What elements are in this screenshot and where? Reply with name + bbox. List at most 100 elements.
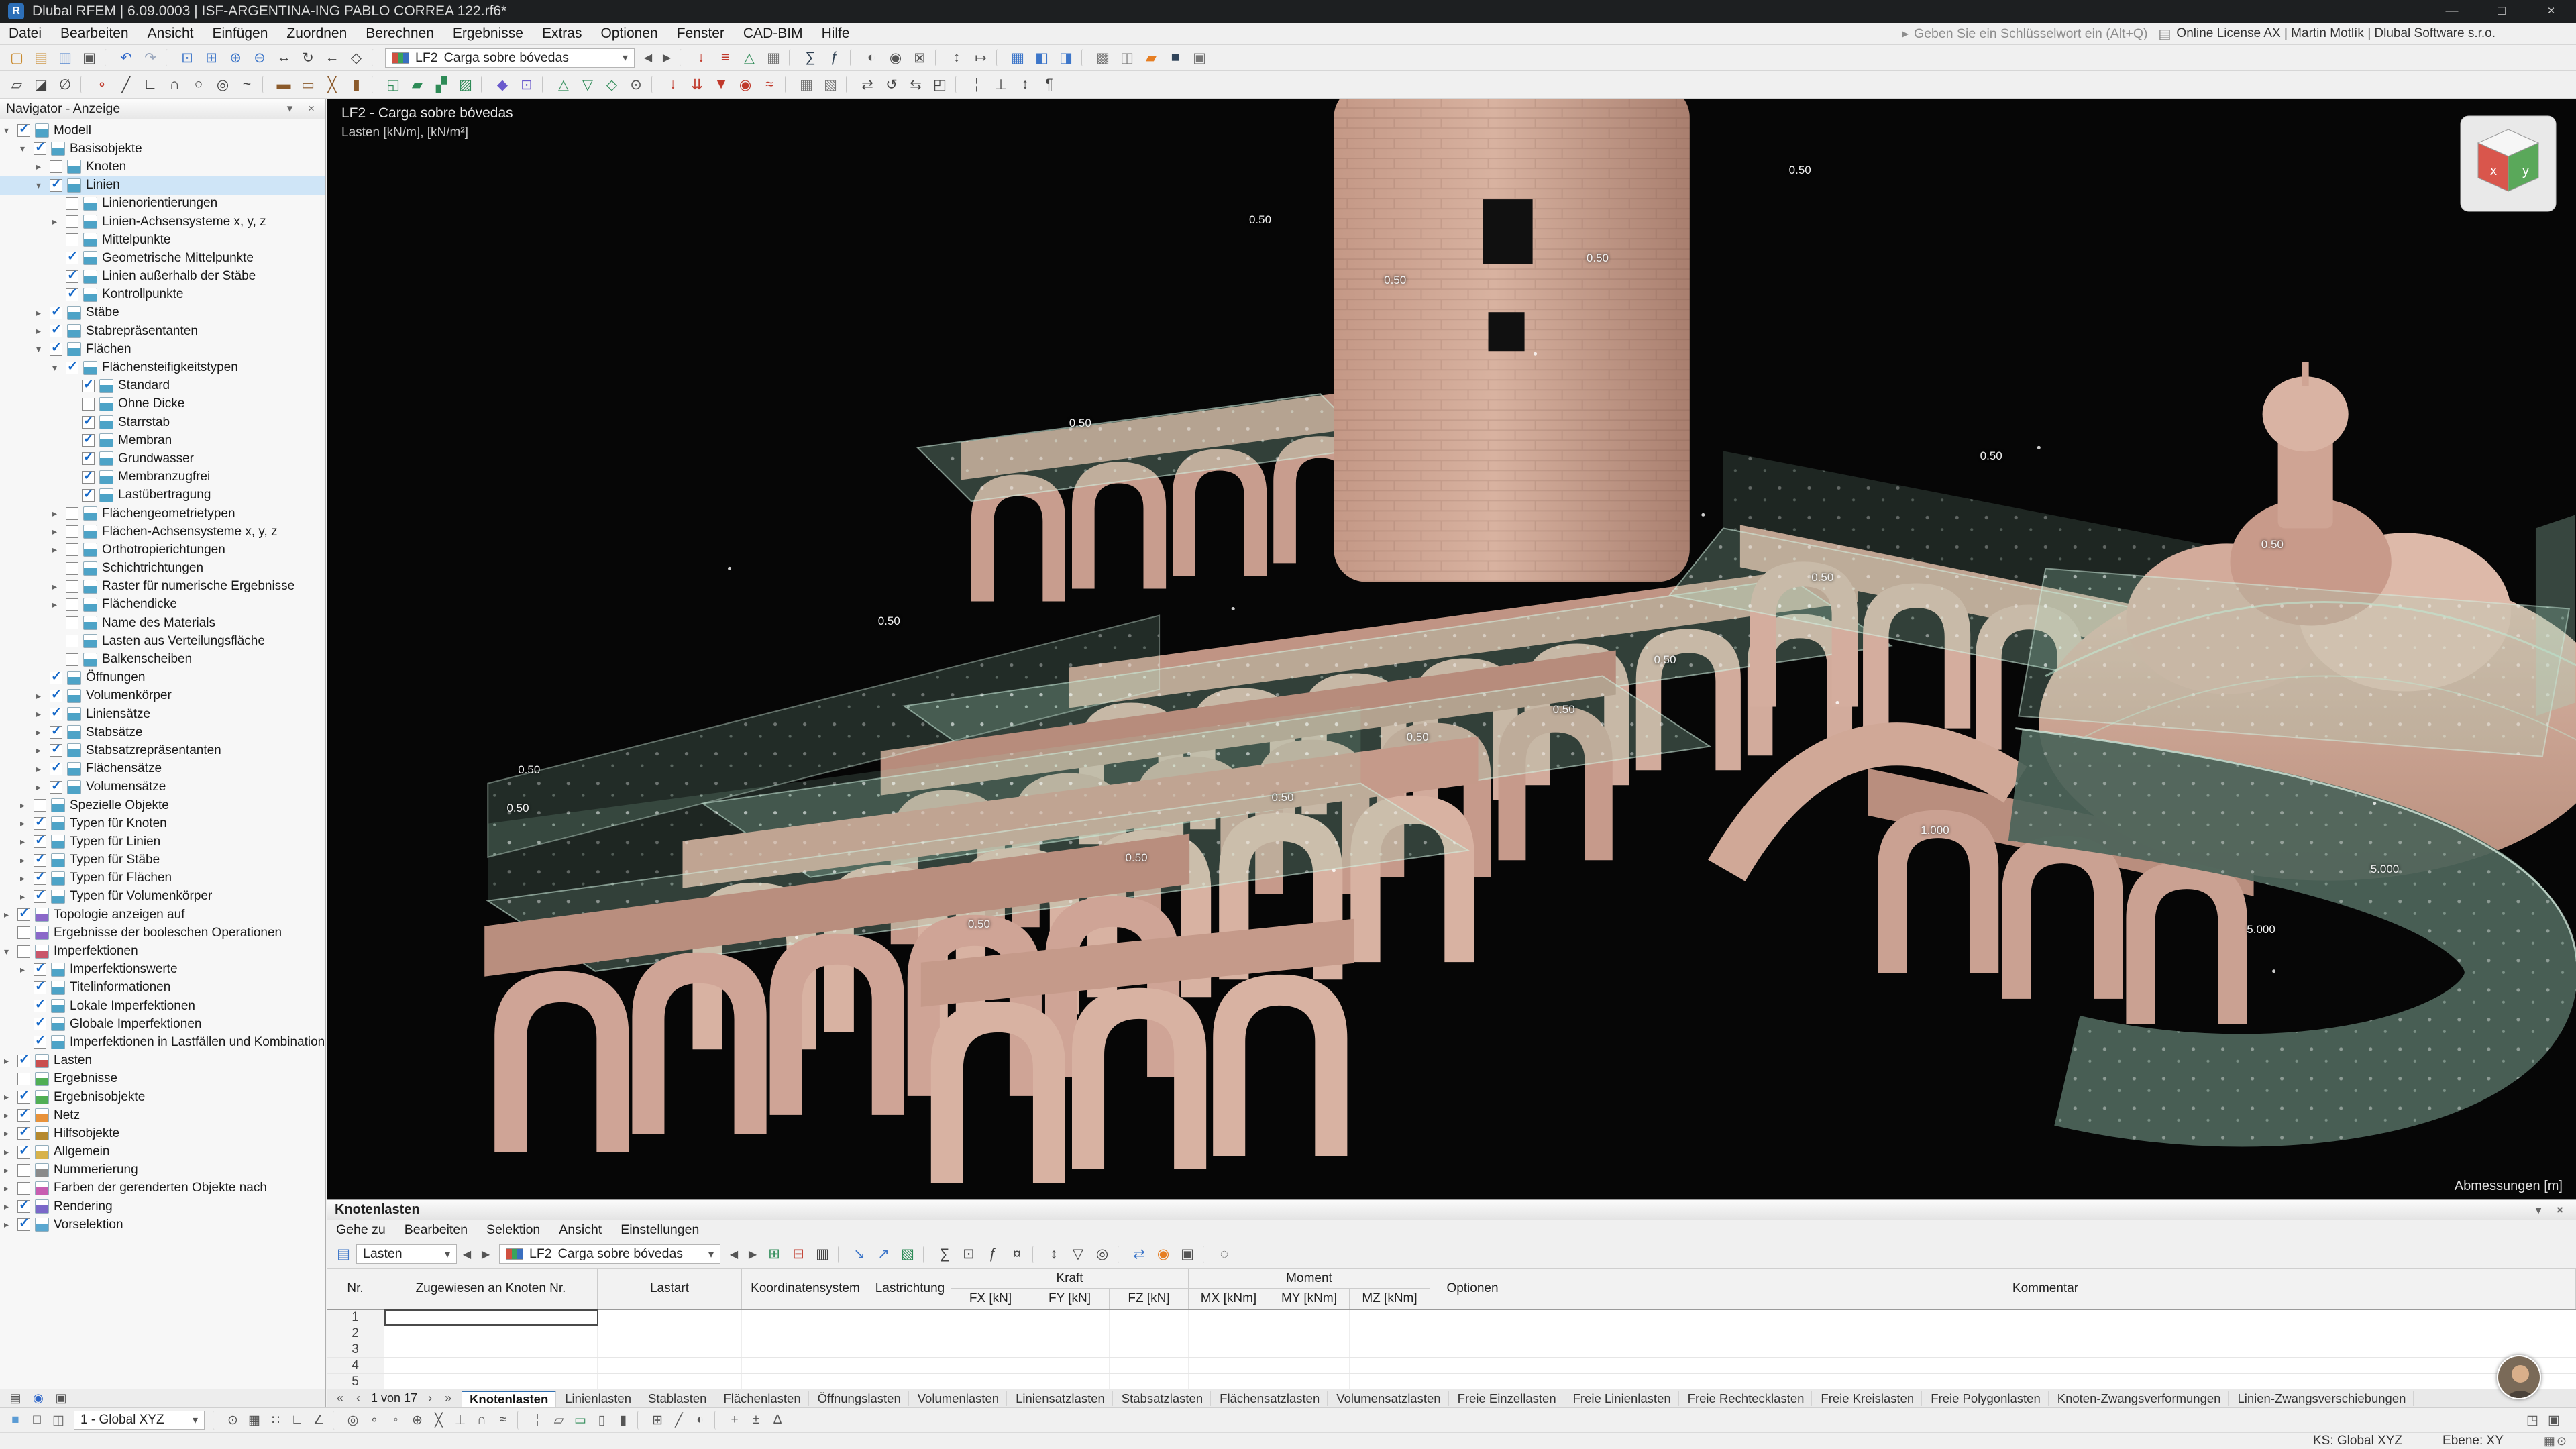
select-special-icon[interactable]: ◪ [30, 74, 52, 95]
table-category-select[interactable]: Lasten ▾ [356, 1244, 457, 1264]
visibility-checkbox[interactable] [34, 799, 46, 812]
select-line-icon[interactable]: ╱ [669, 1411, 689, 1430]
nav-tree-item[interactable]: Globale Imperfektionen [0, 1015, 325, 1033]
copy-row-icon[interactable]: ▥ [811, 1244, 834, 1265]
table-menu-item[interactable]: Einstellungen [611, 1220, 708, 1240]
save-model-icon[interactable]: ▥ [54, 48, 76, 68]
increment-icon[interactable]: ± [746, 1411, 766, 1430]
midpoint-snap-icon[interactable]: ◦ [386, 1411, 406, 1430]
view-cube[interactable]: x y [2458, 113, 2559, 214]
mesh-settings-icon[interactable]: ▧ [819, 74, 842, 95]
next-load-case-button[interactable]: ▶ [658, 48, 676, 67]
visibility-checkbox[interactable] [66, 543, 78, 556]
nav-tree-item[interactable]: ▸ Nummerierung [0, 1161, 325, 1179]
menu-item[interactable]: Einfügen [203, 25, 276, 42]
nav-tree-item[interactable]: ▸ Orthotropierichtungen [0, 541, 325, 559]
visibility-checkbox[interactable] [17, 908, 30, 921]
table-list-icon[interactable]: ▤ [332, 1244, 355, 1265]
data-navigator-icon[interactable]: ▤ [5, 1390, 25, 1407]
nav-tree-item[interactable]: ▸ Ergebnisobjekte [0, 1088, 325, 1106]
imperfection-icon[interactable]: ≈ [758, 74, 781, 95]
sort-icon[interactable]: ↕ [1042, 1244, 1065, 1265]
color-scale-icon[interactable]: ▰ [1140, 48, 1163, 68]
table-tab[interactable]: Volumensatzlasten [1329, 1391, 1448, 1406]
visibility-checkbox[interactable] [34, 817, 46, 830]
expand-arrow-icon[interactable]: ▸ [20, 891, 34, 902]
visibility-checkbox[interactable] [66, 362, 78, 374]
nav-tree-item[interactable]: ▸ Volumenkörper [0, 687, 325, 705]
table-tab[interactable]: Flächenlasten [716, 1391, 808, 1406]
nav-tree-item[interactable]: Standard [0, 377, 325, 395]
formula-icon[interactable]: ƒ [981, 1244, 1004, 1265]
expand-arrow-icon[interactable]: ▾ [52, 362, 66, 374]
rotate-copy-icon[interactable]: ↺ [880, 74, 903, 95]
nav-tree-item[interactable]: Schichtrichtungen [0, 559, 325, 578]
visibility-checkbox[interactable] [34, 1018, 46, 1030]
nav-tree-item[interactable]: ▸ Flächensätze [0, 760, 325, 778]
nav-tree-item[interactable]: Grundwasser [0, 449, 325, 468]
polar-mode-icon[interactable]: ∠ [309, 1411, 329, 1430]
user-cs-icon[interactable]: ⊥ [989, 74, 1012, 95]
new-nurbs-icon[interactable]: ▨ [454, 74, 477, 95]
coordinates-input-icon[interactable]: + [724, 1411, 745, 1430]
nav-tree-item[interactable]: Balkenscheiben [0, 650, 325, 668]
find-icon[interactable]: ◎ [1091, 1244, 1114, 1265]
redo-icon[interactable]: ↷ [139, 48, 162, 68]
display-navigator-icon[interactable]: ◉ [28, 1390, 48, 1407]
nav-tree-item[interactable]: Ergebnisse [0, 1070, 325, 1088]
expand-arrow-icon[interactable]: ▸ [4, 1183, 17, 1194]
visibility-checkbox[interactable] [34, 963, 46, 976]
move-copy-icon[interactable]: ⇄ [856, 74, 879, 95]
nearest-snap-icon[interactable]: ≈ [493, 1411, 513, 1430]
table-row[interactable]: 4 [327, 1358, 2576, 1374]
visibility-checkbox[interactable] [82, 489, 95, 502]
menu-item[interactable]: Optionen [592, 25, 666, 42]
new-spline-icon[interactable]: ~ [235, 74, 258, 95]
visibility-checkbox[interactable] [17, 1073, 30, 1085]
visibility-checkbox[interactable] [50, 307, 62, 319]
nav-tree-item[interactable]: Geometrische Mittelpunkte [0, 249, 325, 267]
panel-toggle-icon[interactable]: ◨ [1055, 48, 1077, 68]
previous-view-icon[interactable]: ← [321, 48, 343, 68]
visibility-checkbox[interactable] [50, 763, 62, 775]
table-tab[interactable]: Linien-Zwangsverschiebungen [2230, 1391, 2414, 1406]
nav-tree-item[interactable]: ▸ Stäbe [0, 304, 325, 322]
nav-tree-item[interactable]: Ohne Dicke [0, 395, 325, 413]
show-supports-icon[interactable]: △ [738, 48, 761, 68]
background-color-icon[interactable]: ■ [1164, 48, 1187, 68]
show-mesh-icon[interactable]: ▦ [762, 48, 785, 68]
visibility-checkbox[interactable] [34, 835, 46, 848]
plane-xz-icon[interactable]: ▯ [592, 1411, 612, 1430]
zoom-window-icon[interactable]: ⊞ [200, 48, 223, 68]
visibility-checkbox[interactable] [17, 1055, 30, 1067]
nav-tree-item[interactable]: Membranzugfrei [0, 468, 325, 486]
new-arc-icon[interactable]: ∩ [163, 74, 186, 95]
expand-arrow-icon[interactable]: ▸ [4, 1165, 17, 1176]
expand-arrow-icon[interactable]: ▾ [36, 343, 50, 355]
visibility-checkbox[interactable] [17, 1182, 30, 1195]
visibility-checkbox[interactable] [34, 1000, 46, 1012]
visibility-checkbox[interactable] [66, 215, 78, 228]
nav-tree-item[interactable]: Kontrollpunkte [0, 286, 325, 304]
generate-mesh-icon[interactable]: ▦ [795, 74, 818, 95]
table-tab[interactable]: Liniensatzlasten [1008, 1391, 1113, 1406]
close-button[interactable]: × [2526, 0, 2576, 23]
visibility-checkbox[interactable] [50, 708, 62, 720]
expand-arrow-icon[interactable]: ▸ [4, 1146, 17, 1158]
visibility-checkbox[interactable] [17, 1200, 30, 1213]
options-icon[interactable]: ▣ [1188, 48, 1211, 68]
new-polyline-icon[interactable]: ∟ [139, 74, 162, 95]
visibility-checkbox[interactable] [50, 726, 62, 739]
visibility-checkbox[interactable] [66, 288, 78, 301]
select-arrow-icon[interactable]: ▱ [5, 74, 28, 95]
mirror-icon[interactable]: ⇆ [904, 74, 927, 95]
render-mode-wireframe-icon[interactable]: □ [27, 1411, 47, 1430]
table-tab[interactable]: Knotenlasten [462, 1391, 556, 1407]
expand-arrow-icon[interactable]: ▸ [4, 1219, 17, 1230]
pan-view-icon[interactable]: ↔ [272, 48, 295, 68]
table-tab[interactable]: Freie Rechtecklasten [1680, 1391, 1813, 1406]
expand-arrow-icon[interactable]: ▸ [4, 1128, 17, 1139]
user-avatar[interactable] [2497, 1355, 2541, 1399]
fullscreen-icon[interactable]: ◳ [2522, 1411, 2542, 1430]
table-tab[interactable]: Knoten-Zwangsverformungen [2050, 1391, 2229, 1406]
